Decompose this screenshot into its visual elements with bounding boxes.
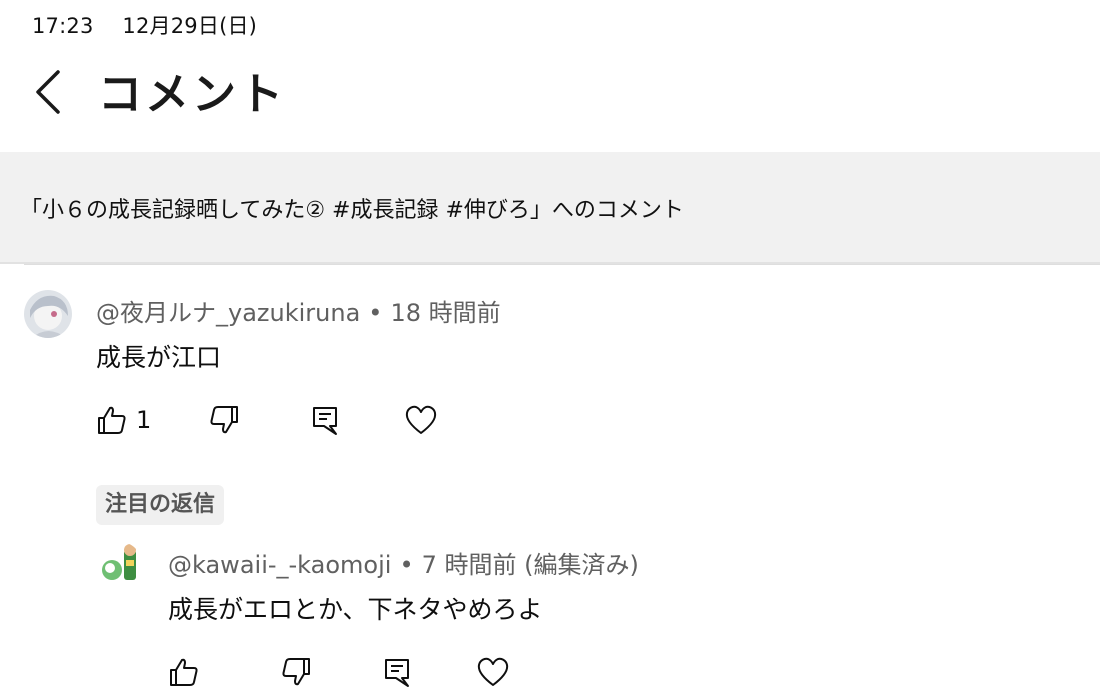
thumbs-down-icon: [210, 406, 238, 434]
thumbs-down-icon: [282, 658, 310, 686]
status-date: 12月29日(日): [122, 14, 258, 38]
reply-actions: [168, 654, 528, 694]
meta-separator: •: [368, 299, 383, 327]
comment-time: 18 時間前: [390, 299, 501, 327]
comment-meta: @夜月ルナ_yazukiruna • 18 時間前: [96, 293, 501, 328]
reply-meta: @kawaii-_-kaomoji • 7 時間前 (編集済み): [168, 545, 639, 580]
divider: [24, 264, 1100, 265]
reply-heart-button[interactable]: [476, 654, 510, 690]
dislike-button[interactable]: [208, 402, 240, 438]
video-reference-text: 「小６の成長記録晒してみた② #成長記録 #伸びろ」へのコメント: [20, 198, 684, 223]
heart-icon: [477, 657, 509, 686]
like-button[interactable]: 1: [96, 402, 151, 438]
heart-button[interactable]: [404, 402, 438, 438]
comment-text: 成長が江口: [96, 343, 222, 372]
comment-icon: [313, 407, 337, 435]
back-button[interactable]: [28, 66, 68, 118]
comment-icon: [385, 659, 409, 687]
reply-text: 成長がエロとか、下ネタやめろよ: [168, 595, 543, 624]
reply-like-button[interactable]: [168, 654, 200, 690]
status-time: 17:23: [32, 14, 94, 38]
chevron-left-icon: [36, 70, 60, 114]
comment-author[interactable]: @夜月ルナ_yazukiruna: [96, 299, 360, 327]
video-reference-panel: 「小６の成長記録晒してみた② #成長記録 #伸びろ」へのコメント: [0, 152, 1100, 264]
reply-reply-button[interactable]: [382, 654, 412, 690]
comment-actions: 1: [96, 402, 456, 442]
header: コメント: [0, 52, 1100, 132]
like-count: 1: [136, 406, 152, 434]
reply-dislike-button[interactable]: [280, 654, 312, 690]
reply-button[interactable]: [310, 402, 340, 438]
reply-avatar[interactable]: [98, 542, 142, 586]
status-bar: 17:23 12月29日(日): [32, 10, 279, 40]
meta-separator: •: [399, 551, 414, 579]
page-title: コメント: [98, 69, 286, 120]
reply-author[interactable]: @kawaii-_-kaomoji: [168, 551, 391, 579]
heart-icon: [405, 405, 437, 434]
avatar[interactable]: [24, 290, 72, 338]
pinned-reply-badge[interactable]: 注目の返信: [96, 485, 225, 525]
thumbs-up-icon: [98, 406, 126, 434]
reply-time: 7 時間前 (編集済み): [421, 551, 639, 579]
thumbs-up-icon: [170, 658, 198, 686]
